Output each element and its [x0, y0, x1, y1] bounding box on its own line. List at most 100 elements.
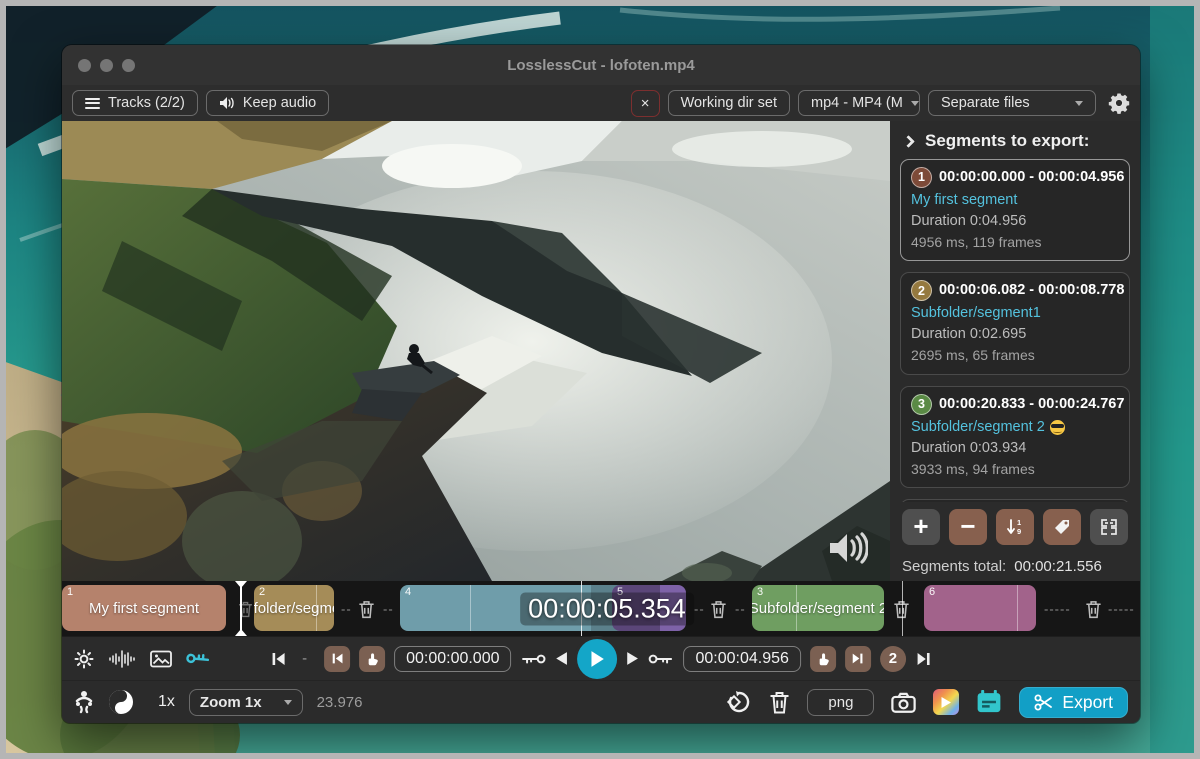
tracks-button[interactable]: Tracks (2/2) — [72, 90, 198, 116]
keyframe-line — [1017, 585, 1018, 631]
bottom-bar: 1x Zoom 1x 23.976 png — [62, 680, 1140, 723]
timeline-segment-1[interactable]: 1 My first segment — [62, 585, 226, 631]
set-cut-end-button[interactable] — [810, 646, 836, 672]
segment-card[interactable]: 2 00:00:06.082 - 00:00:08.778 Subfolder/… — [900, 272, 1130, 374]
chevron-down-icon — [284, 700, 292, 705]
segment-range: 00:00:00.000 - 00:00:04.956 — [939, 167, 1124, 188]
keyframe-line — [796, 585, 797, 631]
label-segment-button[interactable] — [1043, 509, 1081, 545]
current-segment-badge[interactable]: 2 — [880, 646, 906, 672]
tracks-icon — [85, 95, 100, 111]
segment-duration: Duration 0:04.956 — [911, 211, 1119, 232]
next-frame-button[interactable] — [627, 651, 640, 666]
segment-range: 00:00:20.833 - 00:00:24.767 — [939, 394, 1124, 415]
jumpcut-person-icon[interactable] — [74, 690, 94, 714]
segment-frames: 2695 ms, 65 frames — [911, 345, 1119, 365]
trash-icon[interactable] — [1085, 599, 1102, 618]
sort-numeric-icon: 19 — [1006, 518, 1024, 536]
discard-trash-button[interactable] — [769, 690, 790, 714]
timeline-segment-6[interactable]: 6 — [924, 585, 1036, 631]
keep-audio-button[interactable]: Keep audio — [206, 90, 329, 116]
speaker-icon — [219, 96, 235, 110]
trash-icon[interactable] — [710, 599, 727, 618]
playhead-cursor[interactable] — [240, 581, 242, 636]
keyframe-line — [470, 585, 471, 631]
jump-start-button[interactable] — [270, 651, 287, 667]
seek-next-keyframe-button[interactable] — [649, 652, 675, 666]
video-preview[interactable] — [62, 121, 890, 581]
jump-end-button[interactable] — [915, 651, 932, 667]
panel-collapse-chevron-icon[interactable] — [902, 135, 915, 148]
close-file-button[interactable]: × — [631, 90, 660, 117]
settings-gear-button[interactable] — [1108, 92, 1130, 114]
set-cut-start-button[interactable] — [359, 646, 385, 672]
segment-badge: 2 — [911, 280, 932, 301]
zoom-select[interactable]: Zoom 1x — [189, 689, 303, 716]
gap-dashes: -- — [341, 601, 352, 616]
segment-card[interactable]: 1 00:00:00.000 - 00:00:04.956 My first s… — [900, 159, 1130, 261]
rotate-button[interactable] — [726, 689, 752, 715]
chevron-down-icon — [911, 101, 919, 106]
merge-segments-icon — [1099, 518, 1119, 536]
chevron-down-icon — [1075, 101, 1083, 106]
format-select[interactable]: mp4 - MP4 (M — [798, 90, 920, 116]
thumbnails-icon[interactable] — [150, 650, 172, 668]
toolbar: Tracks (2/2) Keep audio × Working dir se… — [62, 85, 1140, 121]
sort-segments-button[interactable]: 19 — [996, 509, 1034, 545]
gap-dashes: -- — [735, 601, 746, 616]
remove-segment-button[interactable]: − — [949, 509, 987, 545]
gap-dashes: -- — [383, 601, 394, 616]
mini-player-button[interactable] — [933, 689, 959, 715]
app-window: LosslessCut - lofoten.mp4 Tracks (2/2) K… — [62, 45, 1140, 723]
tag-icon — [1053, 518, 1071, 536]
gap-dashes: -- — [694, 601, 705, 616]
svg-text:9: 9 — [1017, 527, 1021, 536]
window-title: LosslessCut - lofoten.mp4 — [62, 57, 1140, 74]
trash-icon[interactable] — [358, 599, 375, 618]
cut-start-time-field[interactable]: 00:00:00.000 — [394, 646, 511, 672]
timeline-segment-2[interactable]: 2 Subfolder/segment1 — [254, 585, 334, 631]
gap-dashes: ----- — [1044, 601, 1071, 616]
segments-panel: Segments to export: 1 00:00:00.000 - 00:… — [890, 121, 1140, 581]
add-segment-button[interactable]: + — [902, 509, 940, 545]
segment-name: Subfolder/segment 2 — [911, 417, 1119, 438]
segment-card[interactable]: 3 00:00:20.833 - 00:00:24.767 Subfolder/… — [900, 386, 1130, 488]
keyframe-mode-key-icon[interactable] — [187, 648, 209, 670]
segment-frames: 4956 ms, 119 frames — [911, 232, 1119, 252]
timeline-segment-3[interactable]: 3 Subfolder/segment 2 — [752, 585, 884, 631]
yin-yang-icon[interactable] — [108, 689, 134, 715]
snapshot-camera-button[interactable] — [891, 692, 916, 713]
mute-speaker-icon[interactable] — [828, 531, 868, 565]
timeline-current-time: 00:00:05.354 — [520, 592, 694, 625]
timeline-settings-gear-icon[interactable] — [74, 649, 94, 669]
keep-audio-label: Keep audio — [243, 95, 316, 111]
dash-label: - — [302, 650, 307, 667]
gap-dashes: ----- — [1108, 601, 1135, 616]
segments-total-value: 00:00:21.556 — [1014, 558, 1102, 575]
export-button[interactable]: Export — [1019, 687, 1128, 718]
play-button[interactable] — [578, 639, 618, 679]
segments-list-toggle-button[interactable] — [976, 690, 1002, 714]
merge-segments-button[interactable] — [1090, 509, 1128, 545]
prev-frame-button[interactable] — [556, 651, 569, 666]
working-dir-button[interactable]: Working dir set — [668, 90, 790, 116]
jump-cut-start-button[interactable] — [324, 646, 350, 672]
segment-range: 00:00:06.082 - 00:00:08.778 — [939, 280, 1124, 301]
segment-name: Subfolder/segment1 — [911, 303, 1119, 324]
hand-point-icon — [816, 652, 830, 666]
keyframe-line — [316, 585, 317, 631]
segment-duration: Duration 0:03.934 — [911, 438, 1119, 459]
cut-end-time-field[interactable]: 00:00:04.956 — [684, 646, 801, 672]
output-mode-select[interactable]: Separate files — [928, 90, 1096, 116]
seek-prev-keyframe-button[interactable] — [521, 652, 547, 666]
segments-total: Segments total: 00:00:21.556 — [900, 552, 1130, 581]
export-label: Export — [1062, 692, 1113, 713]
segment-name: My first segment — [911, 190, 1119, 211]
playback-speed-label: 1x — [158, 693, 175, 711]
segment-badge: 3 — [911, 394, 932, 415]
jump-cut-end-button[interactable] — [845, 646, 871, 672]
waveform-icon[interactable] — [109, 650, 135, 668]
timeline[interactable]: 1 My first segment 2 Subfolder/segment1 … — [62, 581, 1140, 636]
capture-format-button[interactable]: png — [807, 689, 874, 716]
hand-point-icon — [365, 652, 379, 666]
